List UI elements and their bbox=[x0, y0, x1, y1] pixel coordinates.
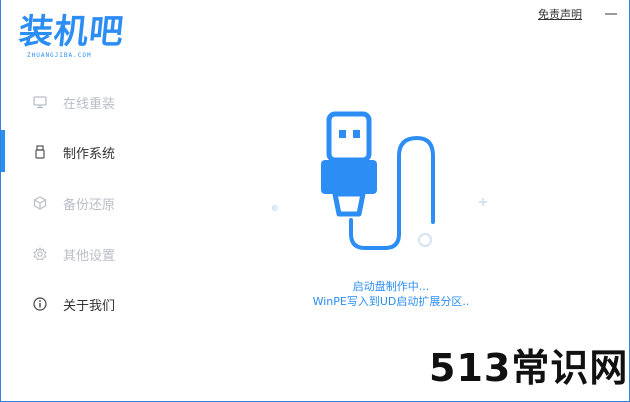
sidebar-item-label: 备份还原 bbox=[63, 197, 116, 213]
sidebar-item-label: 其他设置 bbox=[63, 248, 116, 264]
status-line-1: 启动盘制作中... bbox=[352, 280, 430, 293]
logo-subtitle: ZHUANGJIBA.COM bbox=[27, 52, 92, 59]
sidebar-item-label: 制作系统 bbox=[63, 146, 116, 162]
cube-icon bbox=[33, 196, 47, 210]
sidebar-item-make-system[interactable]: 制作系统 bbox=[1, 135, 161, 169]
minimize-button[interactable] bbox=[599, 4, 623, 24]
sidebar-item-online-reinstall[interactable]: 在线重装 bbox=[1, 85, 161, 119]
app-logo: 装机吧 ZHUANGJIBA.COM bbox=[16, 12, 139, 66]
watermark: 513常识网 bbox=[429, 346, 629, 390]
usb-cable-illustration bbox=[271, 111, 487, 250]
sidebar-item-label: 在线重装 bbox=[63, 96, 116, 112]
gear-icon bbox=[33, 247, 47, 261]
status-line-2: WinPE写入到UD启动扩展分区.. bbox=[312, 295, 470, 308]
minimize-icon bbox=[605, 13, 617, 15]
sparkle-icon bbox=[479, 198, 487, 206]
disclaimer-link[interactable]: 免责声明 bbox=[538, 6, 582, 22]
monitor-icon bbox=[33, 96, 47, 109]
usb-drive-icon bbox=[35, 145, 45, 159]
sidebar-item-backup-restore[interactable]: 备份还原 bbox=[1, 186, 161, 220]
sidebar-item-other-settings[interactable]: 其他设置 bbox=[1, 237, 161, 271]
logo-title: 装机吧 bbox=[16, 12, 127, 52]
app-window: 装机吧 ZHUANGJIBA.COM 免责声明 在线重装 制作系统 备份还原 其… bbox=[0, 0, 630, 402]
sparkle-icon bbox=[273, 206, 276, 210]
